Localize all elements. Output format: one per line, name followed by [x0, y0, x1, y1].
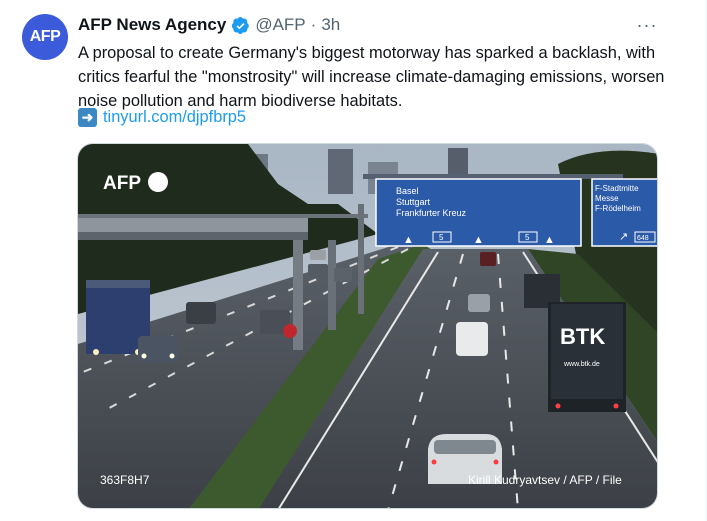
sign-exit-arrow-icon: ↗ — [619, 231, 628, 243]
avatar[interactable]: AFP — [22, 14, 68, 60]
tweet-header: AFP News Agency @AFP · 3h — [78, 14, 340, 36]
sign-arrow-1-icon: ▲ — [403, 234, 414, 246]
tweet-link-line: ➜ tinyurl.com/djpfbrp5 — [78, 108, 246, 127]
tweet-photo[interactable]: Basel Stuttgart Frankfurter Kreuz 5 5 ▲ … — [77, 143, 658, 509]
truck-web: www.btk.de — [563, 361, 600, 368]
motorway-photo: Basel Stuttgart Frankfurter Kreuz 5 5 ▲ … — [78, 144, 657, 508]
timestamp[interactable]: 3h — [321, 15, 340, 35]
truck-brand: BTK — [560, 324, 605, 349]
photo-credit: Kirill Kudryavtsev / AFP / File — [468, 473, 622, 487]
author-name[interactable]: AFP News Agency — [78, 15, 226, 35]
avatar-text: AFP — [29, 28, 61, 45]
sign-destination-3: Frankfurter Kreuz — [396, 208, 467, 218]
sign-route-2: 5 — [525, 233, 530, 242]
sign-arrow-3-icon: ▲ — [544, 234, 555, 246]
sign-right-2: Messe — [595, 194, 619, 203]
photo-code: 363F8H7 — [100, 473, 150, 487]
sign-destination-1: Basel — [396, 186, 419, 196]
more-options-label: ··· — [636, 14, 658, 35]
tweet-card[interactable]: AFP AFP News Agency @AFP · 3h ··· A prop… — [0, 0, 707, 521]
tweet-text: A proposal to create Germany's biggest m… — [78, 44, 665, 110]
afp-logo-dot-icon — [148, 172, 168, 192]
sign-right-1: F-Stadtmitte — [595, 184, 639, 193]
author-handle[interactable]: @AFP — [255, 15, 305, 35]
sign-arrow-2-icon: ▲ — [473, 234, 484, 246]
separator-dot: · — [310, 15, 317, 34]
sign-destination-2: Stuttgart — [396, 197, 431, 207]
sign-right-exit: 648 — [637, 235, 649, 242]
tweet-link[interactable]: tinyurl.com/djpfbrp5 — [103, 108, 246, 127]
more-options-icon[interactable]: ··· — [636, 14, 658, 36]
sign-right-3: F-Rödelheim — [595, 204, 641, 213]
sign-route-1: 5 — [439, 233, 444, 242]
afp-logo: AFP — [103, 173, 141, 194]
verified-badge-icon — [232, 16, 250, 34]
right-arrow-icon: ➜ — [78, 108, 97, 127]
